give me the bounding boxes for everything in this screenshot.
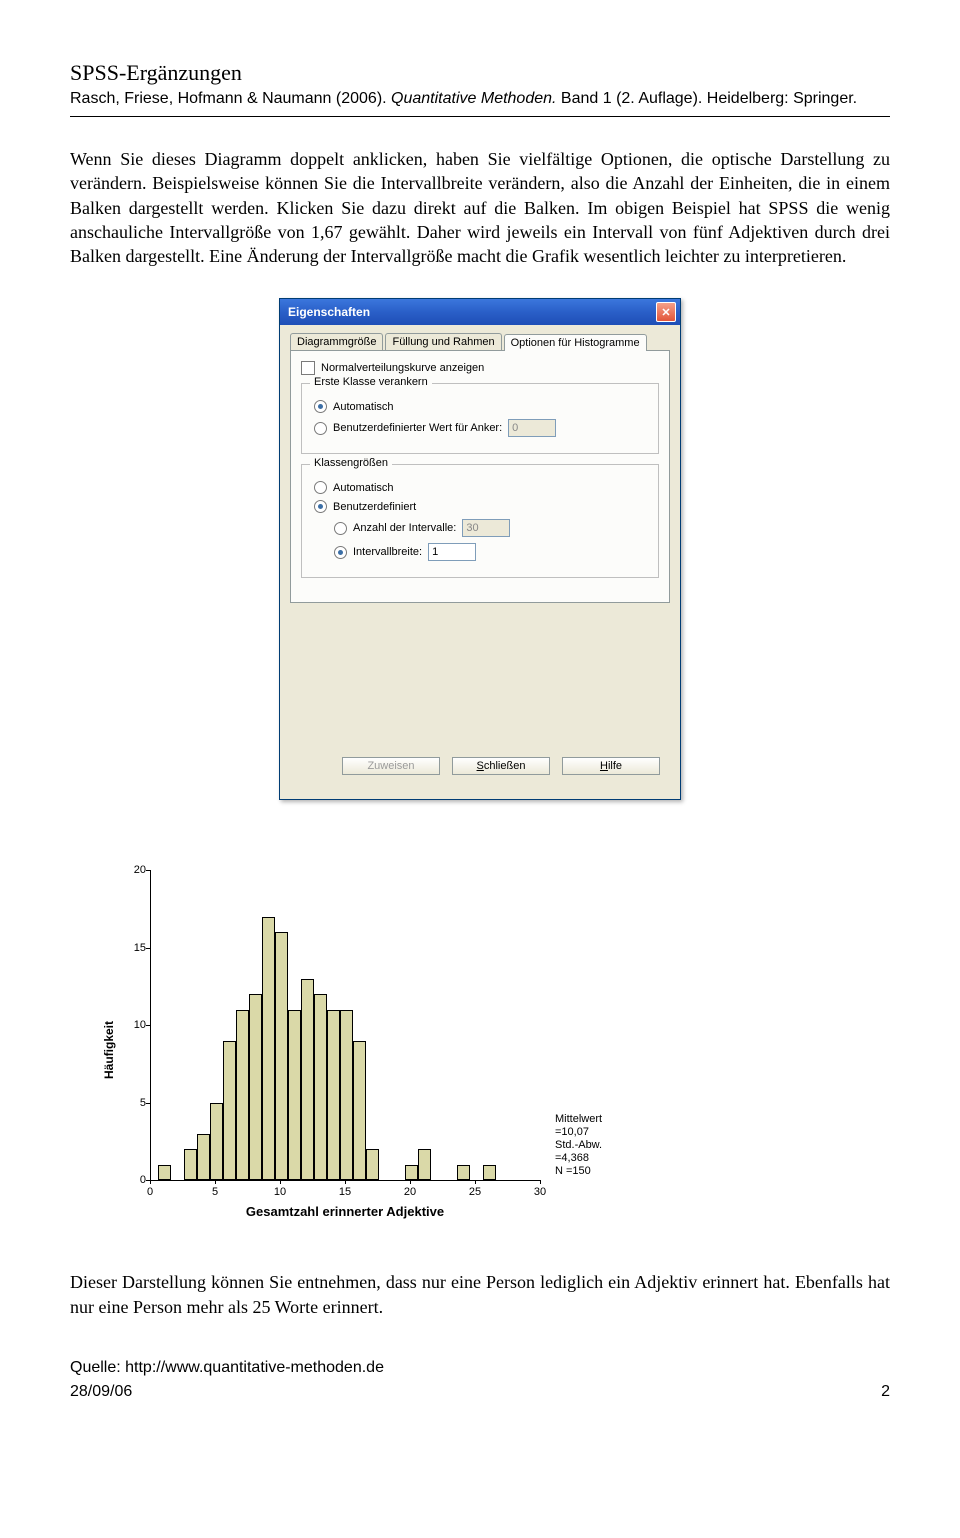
dialog-title: Eigenschaften [288,305,370,319]
radio-label: Benutzerdefinierter Wert für Anker: [333,422,502,434]
histogram-bar [288,1010,301,1181]
x-tick-label: 20 [404,1186,416,1198]
histogram-bar [223,1041,236,1181]
authors: Rasch, Friese, Hofmann & Naumann (2006). [70,90,391,107]
interval-count-input[interactable]: 30 [462,519,510,537]
radio-bin-width[interactable]: Intervallbreite: 1 [334,543,648,561]
group-anchor: Erste Klasse verankern Automatisch Benut… [301,383,659,454]
radio-label: Anzahl der Intervalle: [353,522,456,534]
y-tick-label: 5 [130,1097,146,1109]
paragraph-conclusion: Dieser Darstellung können Sie entnehmen,… [70,1270,890,1319]
histogram-bar [327,1010,340,1181]
radio-label: Intervallbreite: [353,546,422,558]
x-tick-label: 0 [147,1186,153,1198]
tab-fill-border[interactable]: Füllung und Rahmen [385,333,501,350]
page-header-title: SPSS-Ergänzungen [70,60,890,86]
group-binsize: Klassengrößen Automatisch Benutzerdefini… [301,464,659,578]
histogram-bar [418,1149,431,1180]
bars-container [151,870,541,1180]
radio-bin-custom[interactable]: Benutzerdefiniert [314,500,648,513]
histogram-bar [275,932,288,1180]
book-title: Quantitative Methoden. [391,90,561,107]
close-icon[interactable]: ✕ [656,302,676,322]
histogram-bar [158,1165,171,1181]
x-tick-label: 30 [534,1186,546,1198]
histogram-bar [457,1165,470,1181]
stat-sd: Std.-Abw. =4,368 [555,1139,620,1165]
histogram-bar [353,1041,366,1181]
y-tick-label: 20 [130,864,146,876]
footer-page: 2 [881,1383,890,1401]
apply-button[interactable]: Zuweisen [342,757,440,775]
close-button[interactable]: Schließen [452,757,550,775]
histogram-chart: Häufigkeit Gesamtzahl erinnerter Adjekti… [100,860,620,1240]
histogram-bar [184,1149,197,1180]
y-tick-label: 0 [130,1174,146,1186]
histogram-bar [314,994,327,1180]
radio-icon[interactable] [334,546,347,559]
interval-width-input[interactable]: 1 [428,543,476,561]
radio-bin-count[interactable]: Anzahl der Intervalle: 30 [334,519,648,537]
x-tick-label: 5 [212,1186,218,1198]
tab-panel: Normalverteilungskurve anzeigen Erste Kl… [290,350,670,603]
x-axis-label: Gesamtzahl erinnerter Adjektive [150,1204,540,1219]
radio-anchor-auto[interactable]: Automatisch [314,400,648,413]
tab-strip: Diagrammgröße Füllung und Rahmen Optione… [290,333,670,350]
histogram-bar [249,994,262,1180]
histogram-bar [236,1010,249,1181]
radio-bin-auto[interactable]: Automatisch [314,481,648,494]
stat-n: N =150 [555,1165,620,1178]
radio-icon[interactable] [334,522,347,535]
checkbox-normal-curve[interactable]: Normalverteilungskurve anzeigen [301,361,659,375]
paragraph-intro: Wenn Sie dieses Diagramm doppelt anklick… [70,147,890,268]
help-button[interactable]: Hilfe [562,757,660,775]
group-binsize-legend: Klassengrößen [310,457,392,469]
plot-area [150,870,541,1181]
radio-icon[interactable] [314,400,327,413]
histogram-bar [197,1134,210,1181]
x-tick-label: 15 [339,1186,351,1198]
header-divider [70,116,890,117]
histogram-bar [366,1149,379,1180]
radio-icon[interactable] [314,422,327,435]
citation-rest: Band 1 (2. Auflage). Heidelberg: Springe… [561,90,857,107]
checkbox-label: Normalverteilungskurve anzeigen [321,362,484,374]
footer-row: 28/09/06 2 [70,1383,890,1401]
radio-label: Benutzerdefiniert [333,501,416,513]
y-tick-label: 10 [130,1019,146,1031]
checkbox-icon[interactable] [301,361,315,375]
dialog-button-row: Zuweisen Schließen Hilfe [290,603,670,789]
footer-date: 28/09/06 [70,1383,132,1401]
histogram-bar [210,1103,223,1181]
radio-label: Automatisch [333,482,394,494]
y-tick-label: 15 [130,942,146,954]
histogram-bar [262,917,275,1181]
y-axis-label: Häufigkeit [102,1021,116,1079]
group-anchor-legend: Erste Klasse verankern [310,376,432,388]
histogram-bar [301,979,314,1181]
tab-histogram-options[interactable]: Optionen für Histogramme [504,334,647,351]
histogram-bar [340,1010,353,1181]
radio-icon[interactable] [314,481,327,494]
radio-label: Automatisch [333,401,394,413]
x-tick-label: 25 [469,1186,481,1198]
radio-anchor-custom[interactable]: Benutzerdefinierter Wert für Anker: 0 [314,419,648,437]
histogram-bar [483,1165,496,1181]
properties-dialog: Eigenschaften ✕ Diagrammgröße Füllung un… [279,298,681,800]
histogram-bar [405,1165,418,1181]
radio-icon[interactable] [314,500,327,513]
anchor-value-input[interactable]: 0 [508,419,556,437]
footer-source: Quelle: http://www.quantitative-methoden… [70,1359,890,1377]
chart-stats: Mittelwert =10,07 Std.-Abw. =4,368 N =15… [555,1113,620,1179]
stat-mean: Mittelwert =10,07 [555,1113,620,1139]
page-header-citation: Rasch, Friese, Hofmann & Naumann (2006).… [70,90,890,108]
x-tick-label: 10 [274,1186,286,1198]
dialog-titlebar[interactable]: Eigenschaften ✕ [280,299,680,325]
tab-chart-size[interactable]: Diagrammgröße [290,333,383,350]
